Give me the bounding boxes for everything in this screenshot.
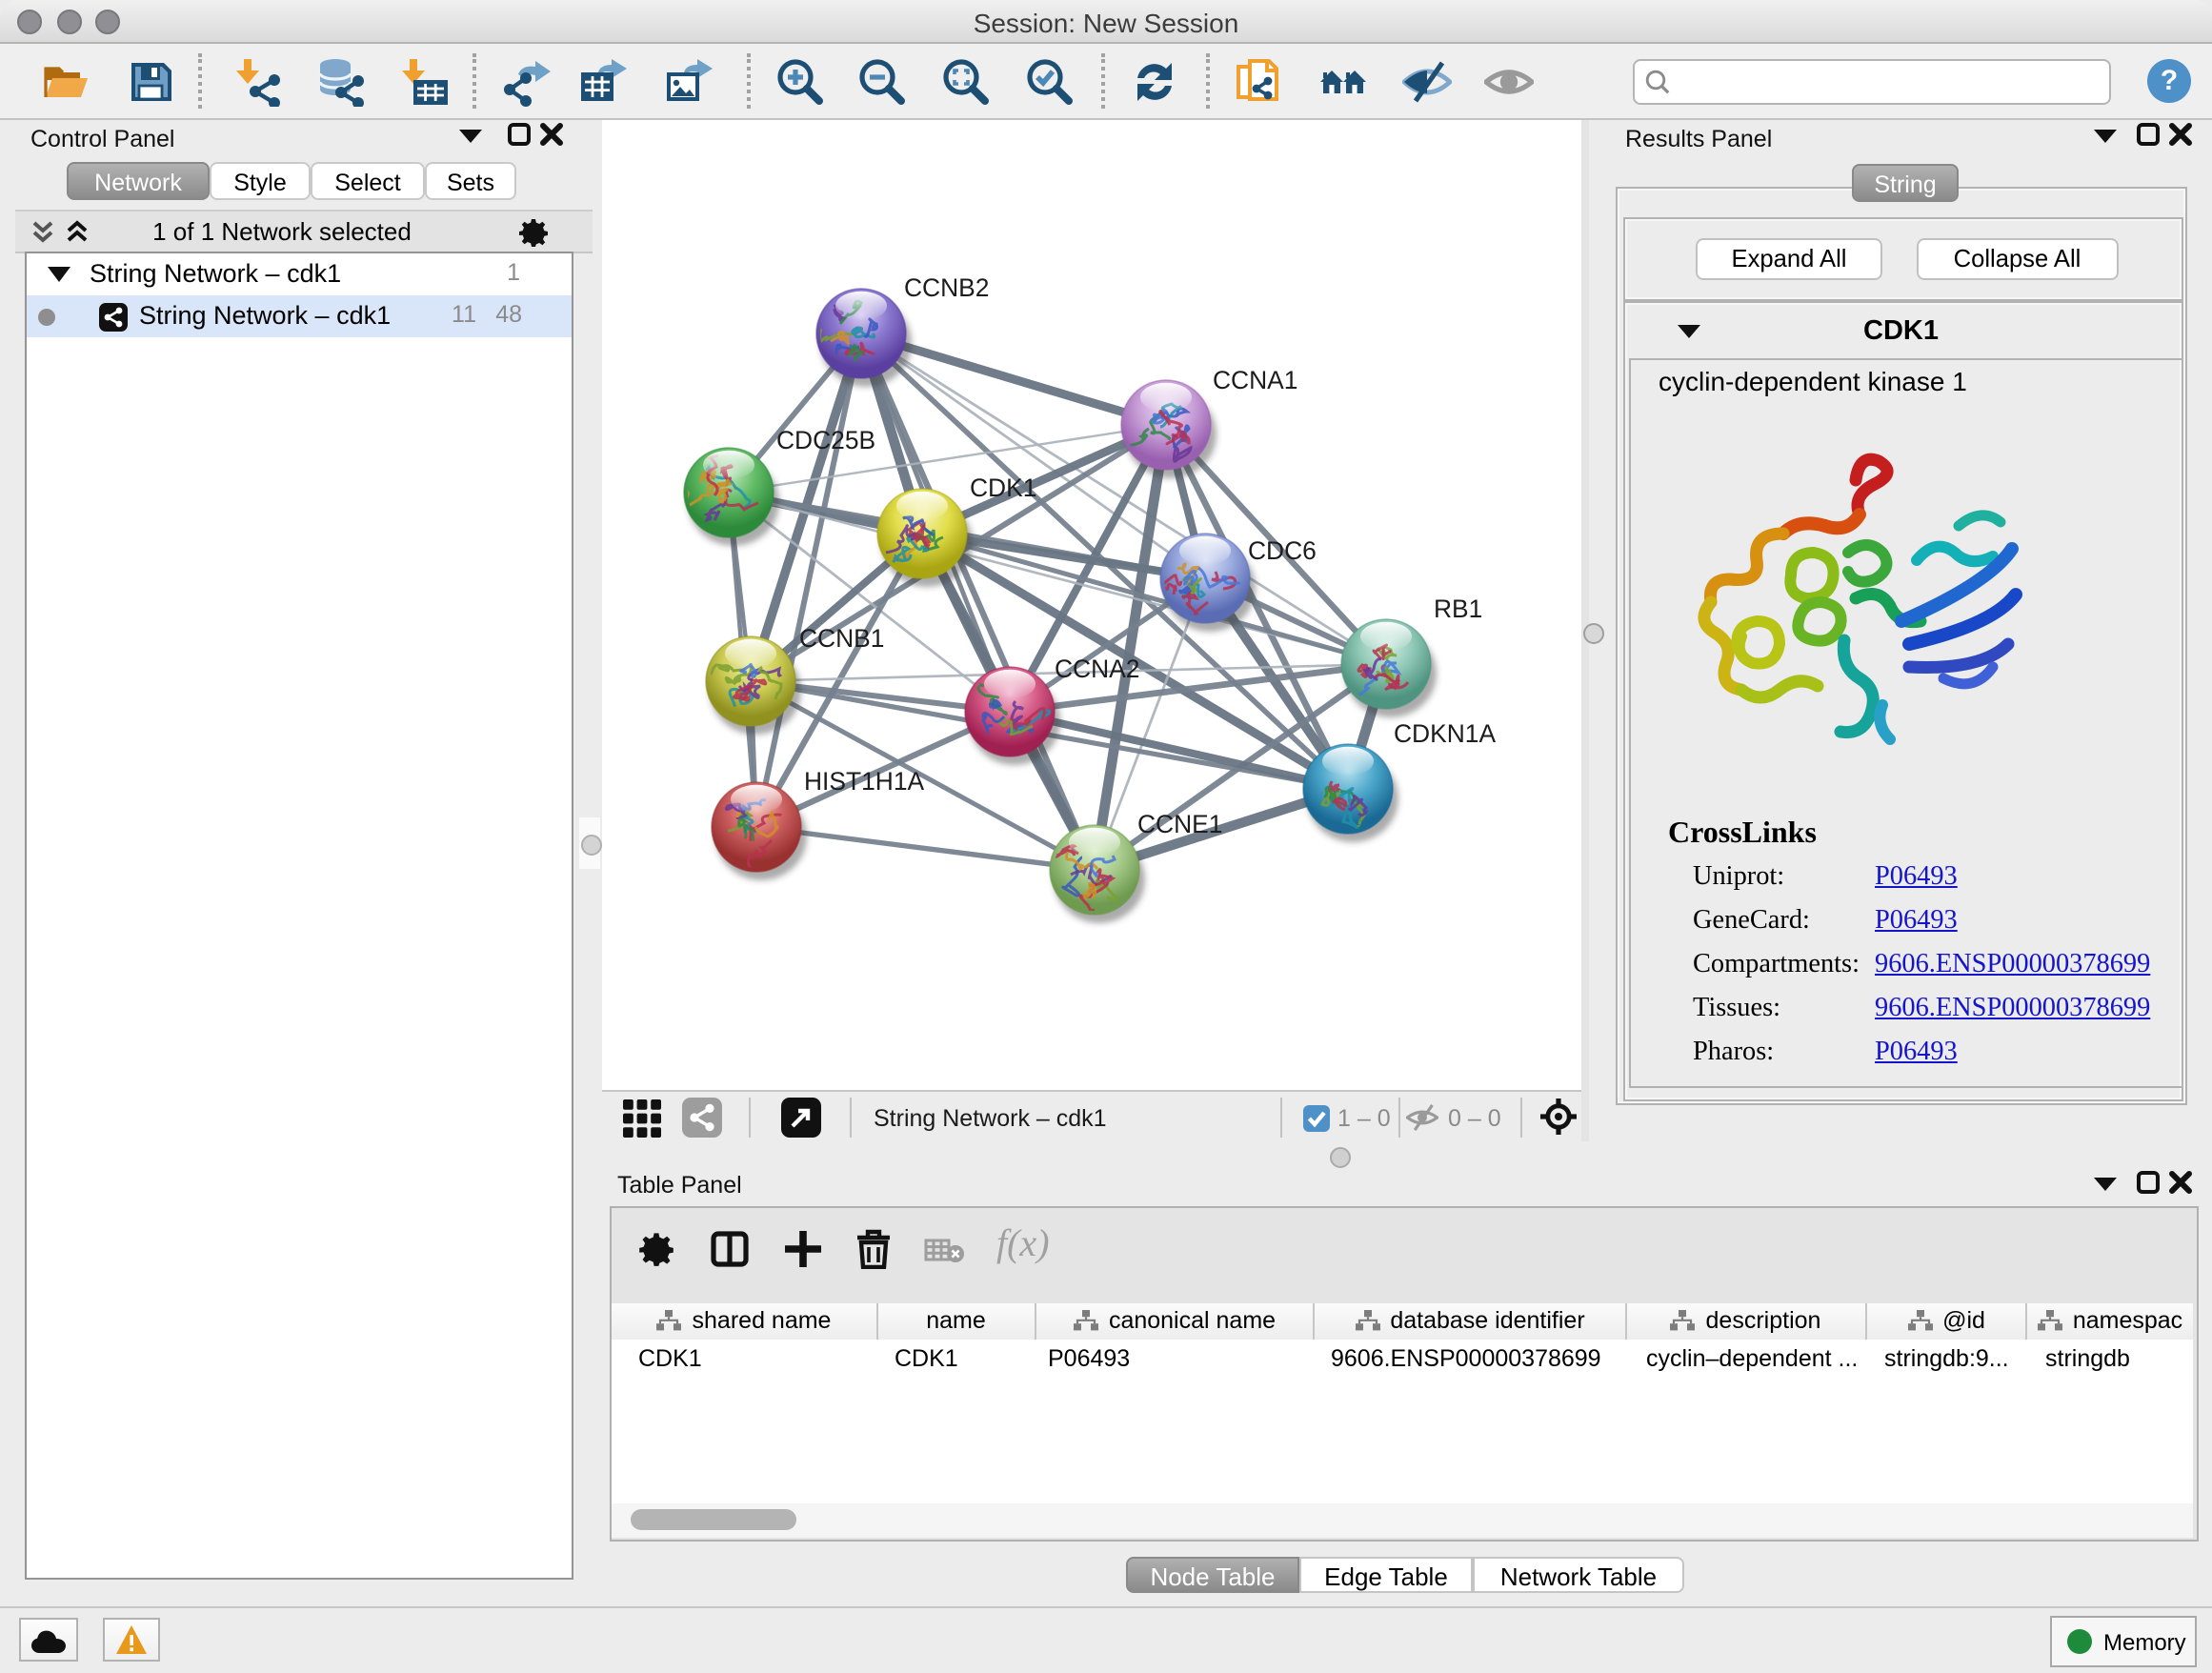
svg-text:CCNA2: CCNA2 (1055, 655, 1139, 683)
svg-text:CDK1: CDK1 (970, 474, 1036, 502)
svg-text:CCNE1: CCNE1 (1137, 810, 1222, 838)
svg-text:CCNB1: CCNB1 (799, 624, 884, 653)
svg-text:CDKN1A: CDKN1A (1394, 719, 1496, 748)
svg-text:CDC6: CDC6 (1248, 536, 1317, 565)
svg-text:CCNB2: CCNB2 (904, 273, 989, 302)
svg-text:HIST1H1A: HIST1H1A (804, 767, 925, 796)
svg-text:CCNA1: CCNA1 (1213, 366, 1297, 394)
svg-text:CDC25B: CDC25B (776, 426, 875, 454)
svg-text:RB1: RB1 (1434, 595, 1482, 623)
